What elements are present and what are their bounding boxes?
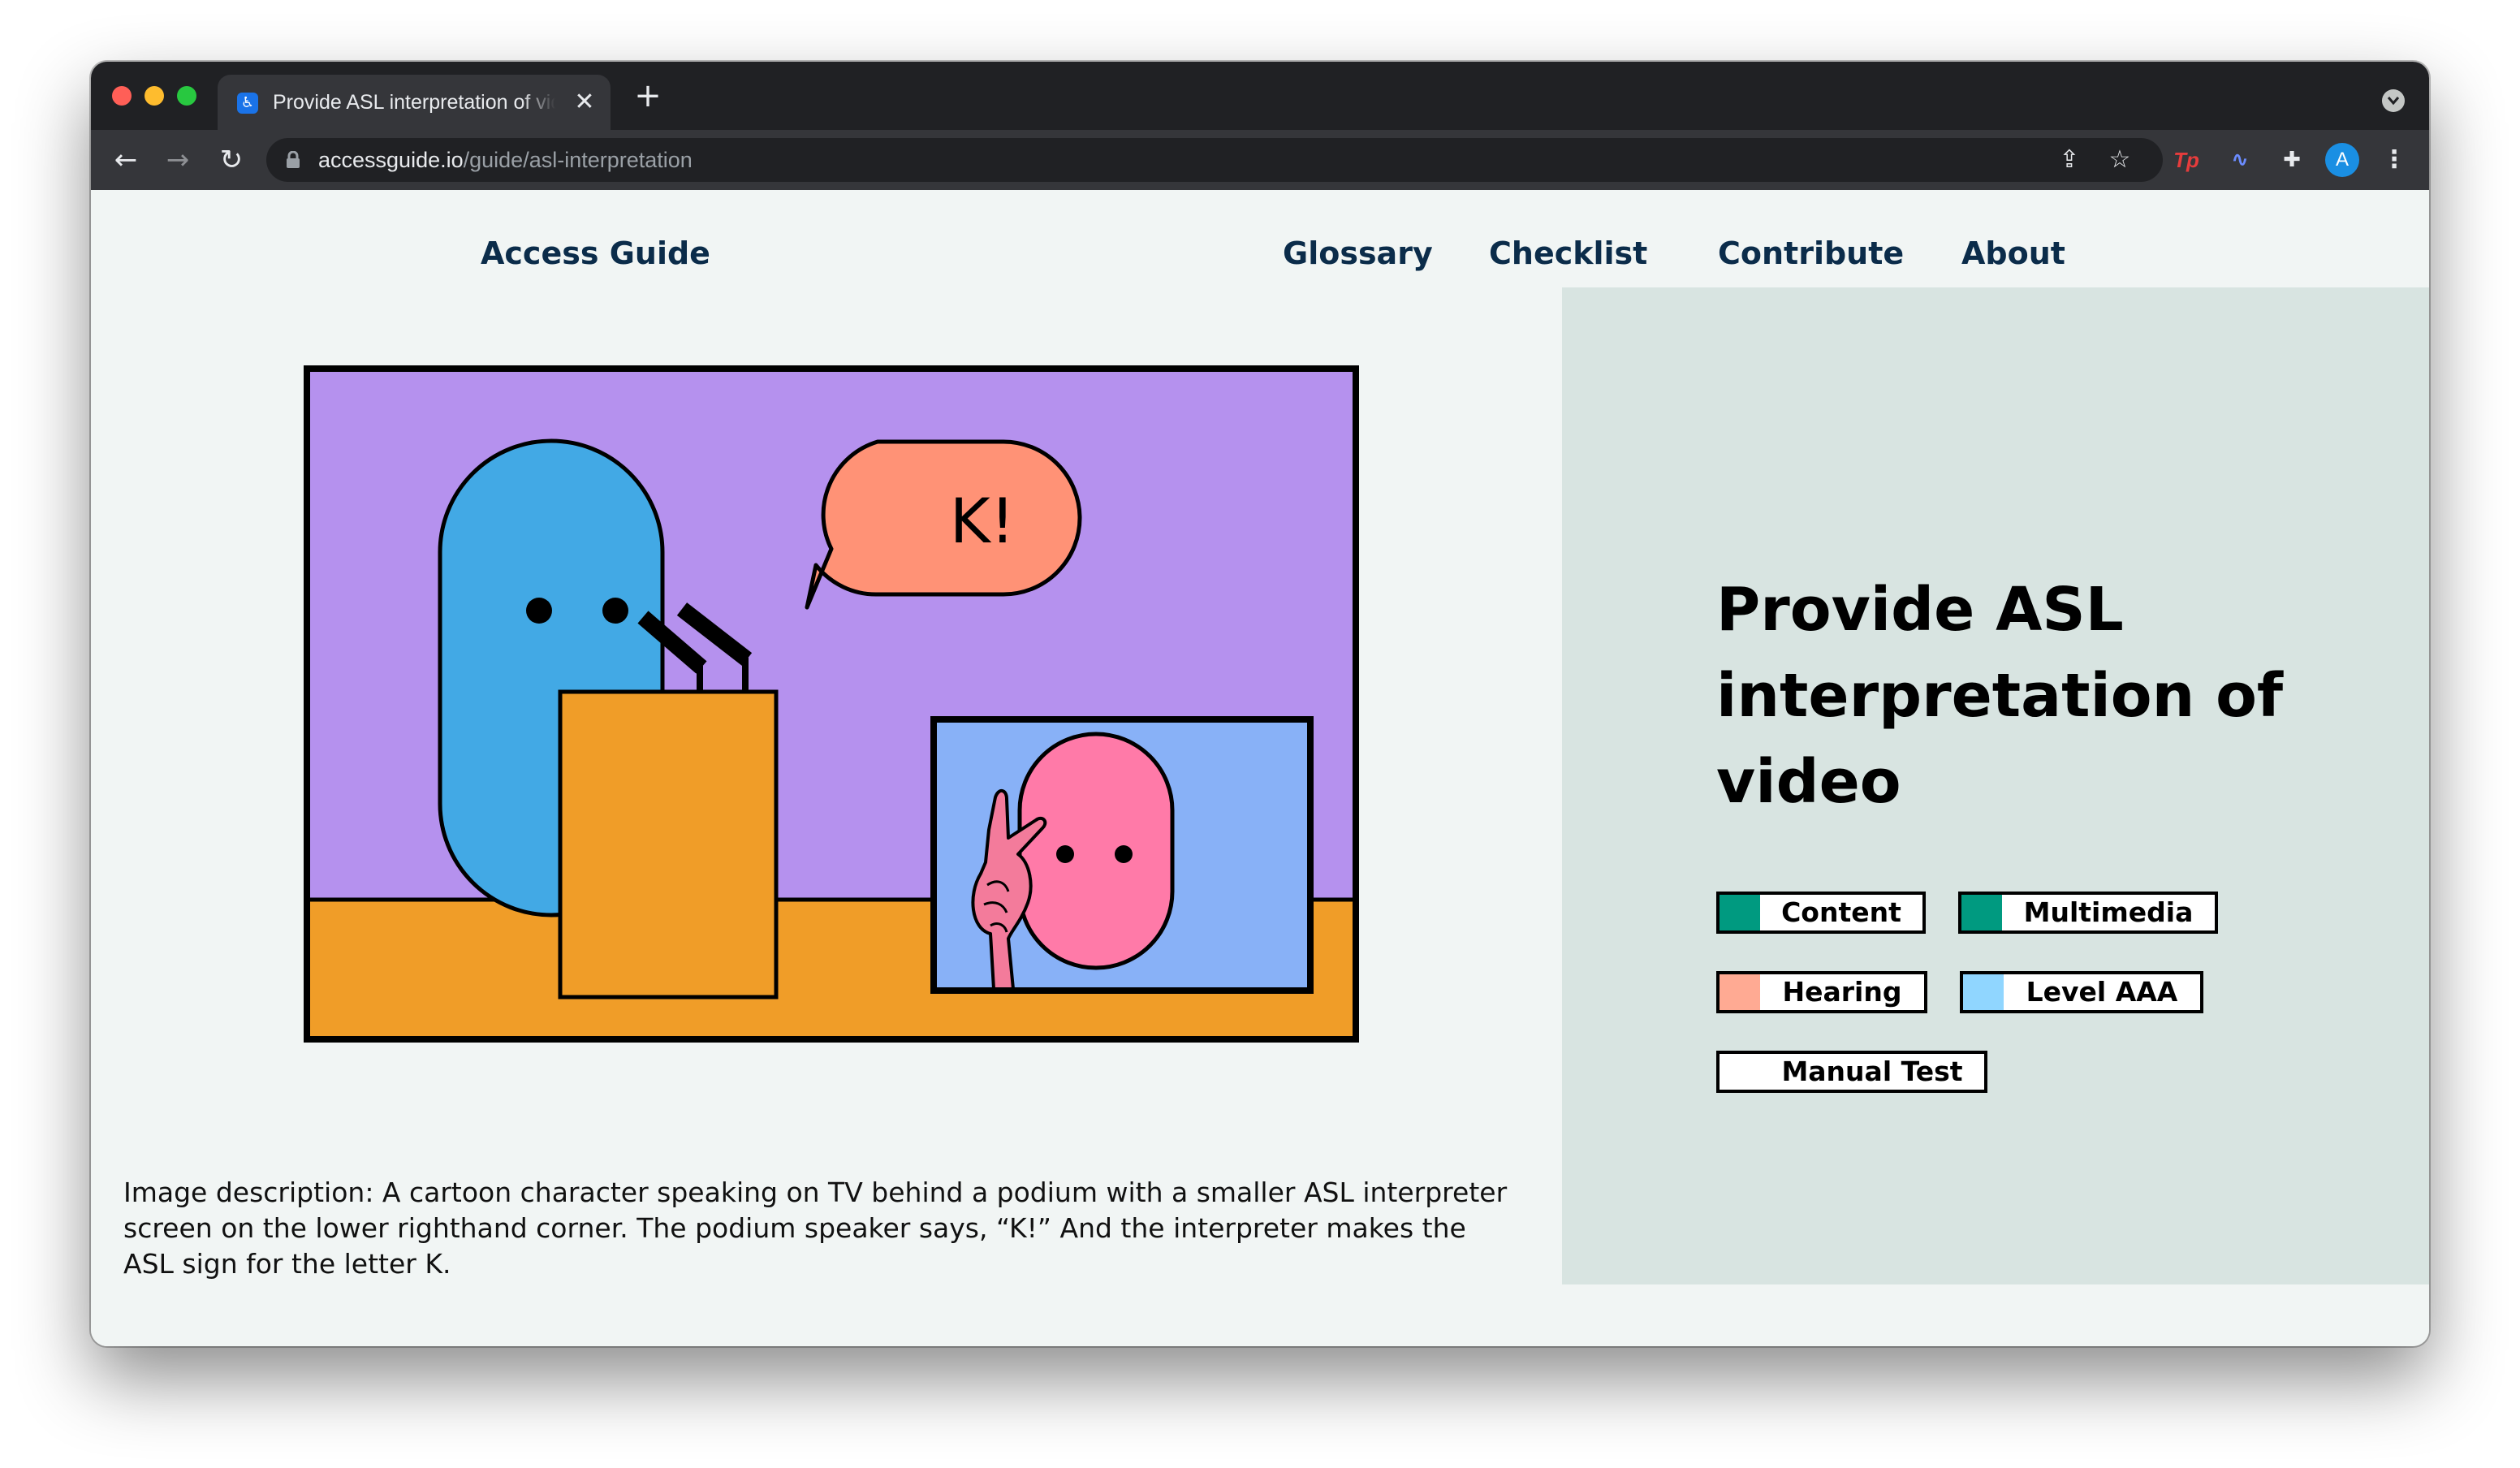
address-bar[interactable]: accessguide.io/guide/asl-interpretation … — [266, 138, 2163, 182]
tag-label: Multimedia — [2023, 896, 2194, 928]
nav-glossary[interactable]: Glossary — [1283, 235, 1433, 271]
nav-about[interactable]: About — [1961, 235, 2065, 271]
tag-label: Content — [1781, 896, 1901, 928]
forward-button[interactable]: → — [159, 141, 196, 179]
browser-window: ♿ Provide ASL interpretation of video ✕ … — [91, 62, 2429, 1346]
extension-tp-icon[interactable]: Tp — [2171, 145, 2202, 175]
tag-hearing[interactable]: Hearing — [1716, 971, 1927, 1013]
tab-search-icon[interactable] — [2382, 89, 2405, 112]
site-logo-link[interactable]: Access Guide — [481, 235, 710, 271]
browser-menu-icon[interactable]: ⋮ — [2382, 143, 2406, 177]
tag-label: Hearing — [1782, 976, 1902, 1008]
minimize-window-button[interactable] — [145, 86, 164, 106]
speech-bubble-text: K! — [950, 485, 1015, 557]
tag-swatch — [1720, 1054, 1760, 1090]
speaker-eye-right — [602, 598, 628, 624]
url-host: accessguide.io — [318, 148, 464, 172]
interpreter-eye-right — [1115, 845, 1133, 863]
maximize-window-button[interactable] — [177, 86, 196, 106]
tag-swatch — [1961, 895, 2002, 930]
reload-button[interactable]: ↻ — [213, 141, 250, 179]
lock-icon — [287, 151, 300, 168]
tag-label: Manual Test — [1781, 1056, 1963, 1087]
image-description: Image description: A cartoon character s… — [123, 1177, 1508, 1280]
tag-swatch — [1720, 895, 1760, 930]
tag-swatch — [1720, 974, 1760, 1010]
asl-illustration: K! — [304, 365, 1359, 1043]
nav-contribute[interactable]: Contribute — [1718, 235, 1904, 271]
url-path: /guide/asl-interpretation — [463, 148, 693, 172]
tag-manual-test[interactable]: Manual Test — [1716, 1051, 1987, 1093]
tag-label: Level AAA — [2026, 976, 2178, 1008]
page-title: Provide ASL interpretation of video — [1716, 575, 2284, 817]
tag-content[interactable]: Content — [1716, 892, 1926, 934]
speech-bubble — [805, 439, 1082, 610]
tag-level-aaa[interactable]: Level AAA — [1960, 971, 2203, 1013]
nav-checklist[interactable]: Checklist — [1489, 235, 1647, 271]
podium — [558, 689, 779, 1000]
share-icon[interactable]: ⇪ — [2056, 146, 2083, 174]
extension-wave-icon[interactable]: ∿ — [2224, 145, 2255, 175]
new-tab-button[interactable]: + — [630, 78, 666, 114]
tab-close-icon[interactable]: ✕ — [572, 89, 598, 115]
active-tab[interactable]: ♿ Provide ASL interpretation of video ✕ — [218, 75, 611, 130]
url-text[interactable]: accessguide.io/guide/asl-interpretation — [318, 148, 693, 174]
back-button[interactable]: ← — [107, 141, 145, 179]
accessibility-icon: ♿ — [237, 93, 258, 114]
interpreter-eye-left — [1056, 845, 1074, 863]
bookmark-star-icon[interactable]: ☆ — [2106, 146, 2134, 174]
tab-strip: ♿ Provide ASL interpretation of video ✕ … — [91, 62, 2429, 130]
tag-swatch — [1963, 974, 2004, 1010]
extensions-puzzle-icon[interactable]: ✚ — [2276, 145, 2307, 175]
tag-multimedia[interactable]: Multimedia — [1958, 892, 2218, 934]
speaker-eye-left — [526, 598, 552, 624]
close-window-button[interactable] — [112, 86, 132, 106]
interpreter-character — [1017, 732, 1175, 970]
profile-avatar[interactable]: A — [2325, 143, 2359, 177]
tab-title: Provide ASL interpretation of video — [273, 91, 555, 114]
page-content: Access Guide Glossary Checklist Contribu… — [91, 190, 2429, 1346]
browser-toolbar: ← → ↻ accessguide.io/guide/asl-interpret… — [91, 130, 2429, 190]
